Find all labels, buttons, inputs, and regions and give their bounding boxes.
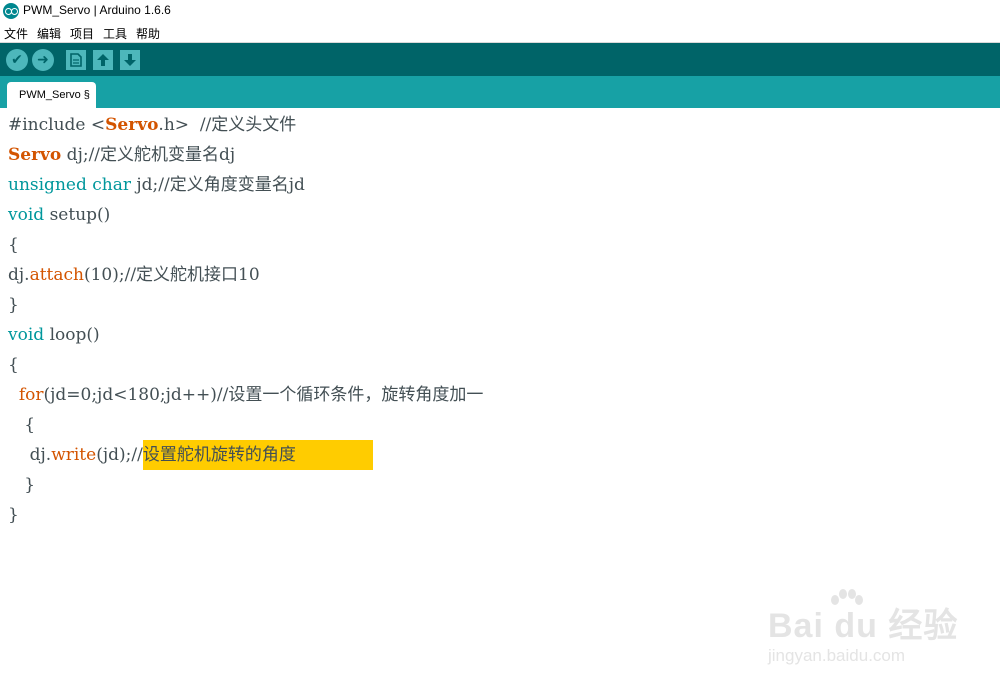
code-line-6: dj.attach(10);//定义舵机接口10 — [8, 265, 260, 285]
upload-button[interactable]: ➜ — [32, 49, 54, 71]
toolbar: ✔ ➜ — [0, 43, 1000, 76]
menu-tools[interactable]: 工具 — [103, 25, 127, 42]
code-line-11: { — [8, 415, 36, 435]
window-title: PWM_Servo | Arduino 1.6.6 — [23, 3, 171, 17]
watermark-url: jingyan.baidu.com — [768, 646, 906, 665]
arrow-right-icon: ➜ — [37, 52, 49, 68]
arrow-down-icon — [124, 54, 136, 66]
open-button[interactable] — [93, 50, 113, 70]
menu-sketch[interactable]: 项目 — [70, 25, 94, 42]
code-line-3: unsigned char jd;//定义角度变量名jd — [8, 175, 305, 195]
baidu-jingyan-watermark: Bai du 经验 jingyan.baidu.com — [768, 588, 957, 678]
menu-help[interactable]: 帮助 — [136, 25, 160, 42]
title-bar: PWM_Servo | Arduino 1.6.6 — [0, 0, 1000, 22]
watermark-brand: Bai du 经验 — [768, 607, 959, 645]
code-line-13: } — [8, 475, 36, 495]
arrow-up-icon — [97, 54, 109, 66]
code-line-5: { — [8, 235, 19, 255]
arduino-logo-icon — [3, 3, 19, 19]
code-line-4: void setup() — [8, 205, 111, 225]
save-button[interactable] — [120, 50, 140, 70]
menu-edit[interactable]: 编辑 — [37, 25, 61, 42]
tab-pwm-servo[interactable]: PWM_Servo § — [7, 82, 96, 108]
code-line-14: } — [8, 505, 19, 525]
new-button[interactable] — [66, 50, 86, 70]
code-line-7: } — [8, 295, 19, 315]
check-icon: ✔ — [11, 52, 23, 68]
selected-text: 设置舵机旋转的角度 — [142, 440, 373, 470]
code-line-12: dj.write(jd);//设置舵机旋转的角度 — [8, 440, 373, 470]
code-line-10: for(jd=0;jd<180;jd++)//设置一个循环条件，旋转角度加一 — [18, 385, 484, 405]
code-line-2: Servo dj;//定义舵机变量名dj — [8, 145, 236, 165]
document-icon — [70, 53, 82, 67]
verify-button[interactable]: ✔ — [6, 49, 28, 71]
code-line-1: #include <Servo.h> //定义头文件 — [8, 115, 297, 135]
menu-bar: 文件 编辑 项目 工具 帮助 — [0, 22, 1000, 43]
tab-bar: PWM_Servo § — [0, 76, 1000, 108]
code-line-8: void loop() — [8, 325, 100, 345]
menu-file[interactable]: 文件 — [4, 25, 28, 42]
code-line-9: { — [8, 355, 19, 375]
